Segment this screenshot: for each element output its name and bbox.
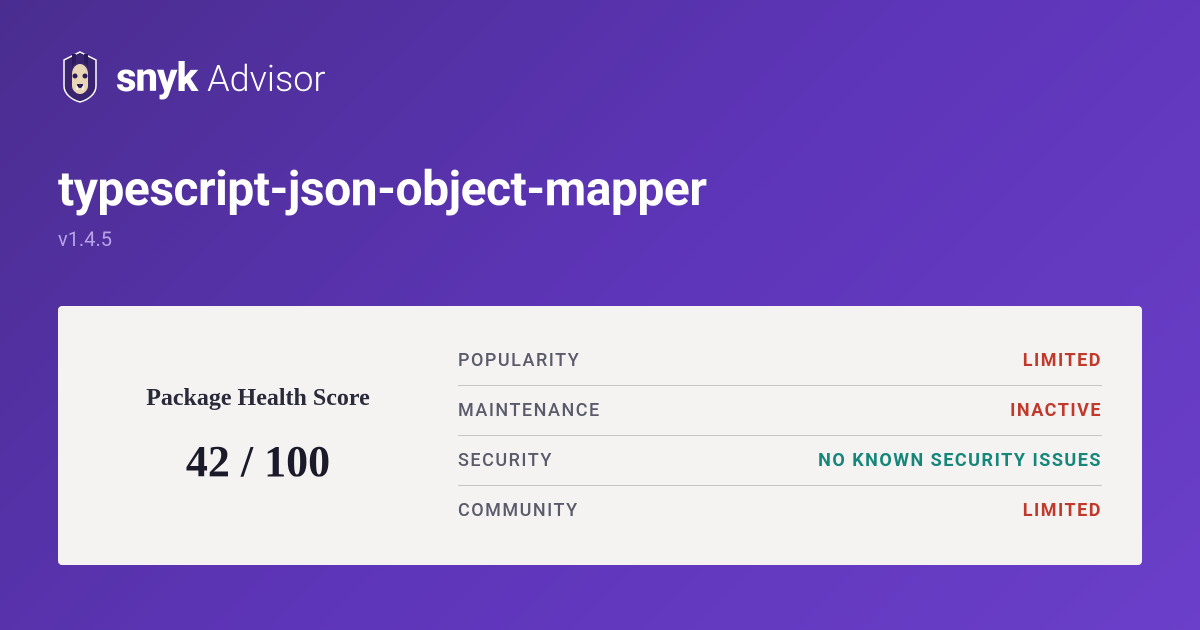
brand-product: Advisor <box>207 58 325 100</box>
metric-row: SECURITY NO KNOWN SECURITY ISSUES <box>458 436 1102 486</box>
snyk-logo-icon <box>58 50 102 104</box>
score-label: Package Health Score <box>146 385 370 412</box>
metric-value: NO KNOWN SECURITY ISSUES <box>818 450 1102 471</box>
metric-value: LIMITED <box>1023 350 1102 371</box>
metric-label: COMMUNITY <box>458 500 579 521</box>
brand: snyk Advisor <box>116 54 326 101</box>
metric-value: LIMITED <box>1023 500 1102 521</box>
metric-label: SECURITY <box>458 450 553 471</box>
metrics-list: POPULARITY LIMITED MAINTENANCE INACTIVE … <box>458 336 1102 535</box>
score-value: 42 / 100 <box>186 436 330 487</box>
header: snyk Advisor <box>58 50 1142 104</box>
metric-label: MAINTENANCE <box>458 400 601 421</box>
metric-row: MAINTENANCE INACTIVE <box>458 386 1102 436</box>
metric-row: COMMUNITY LIMITED <box>458 486 1102 535</box>
package-name: typescript-json-object-mapper <box>58 160 1142 217</box>
metric-row: POPULARITY LIMITED <box>458 336 1102 386</box>
health-card: Package Health Score 42 / 100 POPULARITY… <box>58 306 1142 565</box>
score-section: Package Health Score 42 / 100 <box>98 336 418 535</box>
metric-value: INACTIVE <box>1010 400 1102 421</box>
brand-name: snyk <box>116 54 197 101</box>
package-version: v1.4.5 <box>58 227 1142 251</box>
metric-label: POPULARITY <box>458 350 580 371</box>
